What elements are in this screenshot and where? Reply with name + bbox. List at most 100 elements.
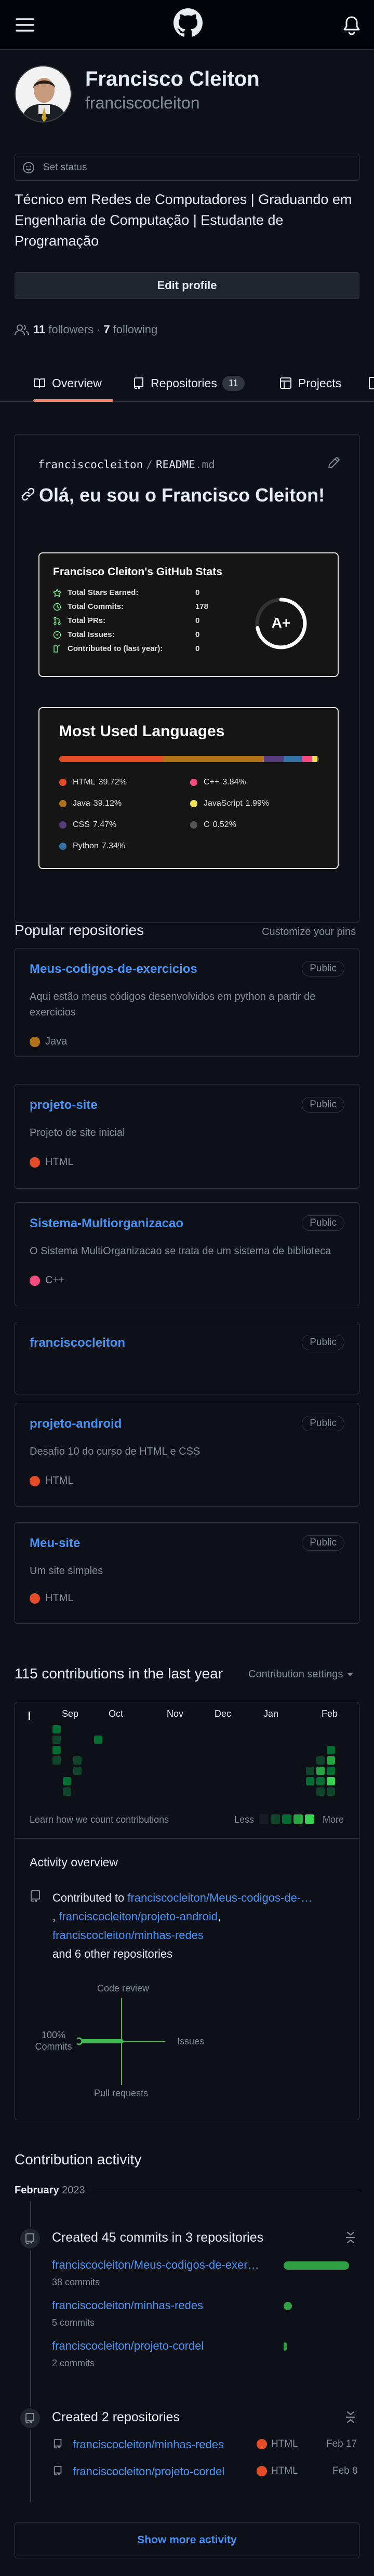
language-bar-segment: [162, 756, 264, 762]
repo-card[interactable]: projeto-site Public Projeto de site inic…: [15, 1084, 359, 1189]
readme-path-file[interactable]: README: [156, 458, 195, 471]
avatar[interactable]: [15, 65, 72, 123]
commit-repo-link[interactable]: franciscocleiton/minhas-redes: [52, 2299, 203, 2312]
most-used-languages-card: Most Used Languages HTML 39.72% C++ 3.84% Ja…: [38, 707, 339, 869]
repo-card[interactable]: franciscocleiton Public: [15, 1322, 359, 1394]
contribution-day[interactable]: [306, 1777, 314, 1785]
repo-language: C++: [30, 1275, 65, 1286]
legend-cell: [271, 1814, 280, 1824]
created-repo-link[interactable]: franciscocleiton/projeto-cordel: [73, 2465, 224, 2478]
language-dot: [190, 821, 197, 829]
languages-bar: [59, 756, 319, 762]
readme-path-user[interactable]: franciscocleiton: [38, 458, 143, 471]
contribution-day[interactable]: [327, 1777, 335, 1785]
caret-down-icon: [347, 1672, 354, 1677]
issue-icon: [53, 631, 61, 639]
stats-value: 0: [195, 644, 200, 653]
repo-name[interactable]: Meus-codigos-de-exercicios: [30, 962, 197, 977]
repo-language-label: Java: [45, 1036, 68, 1047]
contribution-day[interactable]: [63, 1777, 71, 1785]
following-label[interactable]: following: [113, 323, 158, 336]
edit-profile-button[interactable]: Edit profile: [15, 272, 359, 299]
language-bar-segment: [264, 756, 284, 762]
github-mark-icon[interactable]: [173, 8, 203, 37]
repo-link[interactable]: franciscocleiton/Meus-codigos-de-…: [127, 1891, 312, 1904]
clock-icon: [53, 603, 61, 611]
repo-name[interactable]: projeto-site: [30, 1098, 98, 1113]
contribution-day[interactable]: [327, 1746, 335, 1754]
hamburger-icon[interactable]: [15, 15, 35, 35]
commit-bar: [284, 2342, 287, 2351]
legend-cell: [282, 1814, 291, 1824]
repo-name[interactable]: Meu-site: [30, 1536, 80, 1551]
contribution-day[interactable]: [52, 1756, 61, 1765]
contribution-day[interactable]: [306, 1767, 314, 1775]
language-bar-segment: [312, 756, 318, 762]
contribution-day[interactable]: [327, 1767, 335, 1775]
bio-line: Engenharia de Computação | Estudante de: [15, 212, 284, 228]
commit-bar: [284, 2261, 349, 2270]
tab-repositories-label: Repositories: [151, 376, 217, 390]
learn-contributions-link[interactable]: Learn how we count contributions: [30, 1814, 169, 1825]
repo-language: HTML: [30, 1592, 73, 1604]
tab-overview[interactable]: Overview: [33, 364, 102, 402]
repo-card[interactable]: Sistema-Multiorganizacao Public O Sistem…: [15, 1202, 359, 1306]
language-color-dot: [30, 1593, 40, 1604]
commit-repo-link[interactable]: franciscocleiton/projeto-cordel: [52, 2339, 204, 2353]
repo-description: Um site simples: [30, 1565, 103, 1577]
repo-icon: [133, 377, 144, 389]
repo-description: Projeto de site inicial: [30, 1127, 125, 1138]
contribution-day[interactable]: [316, 1767, 325, 1775]
following-count[interactable]: 7: [103, 323, 110, 336]
tab-projects[interactable]: Projects: [279, 364, 341, 402]
contribution-day[interactable]: [316, 1756, 325, 1765]
language-name: Python: [73, 842, 99, 850]
collapse-icon[interactable]: [345, 2230, 356, 2245]
followers-label[interactable]: followers: [48, 323, 94, 336]
contribution-day[interactable]: [52, 1746, 61, 1754]
set-status-button[interactable]: Set status: [15, 154, 359, 181]
contribution-day[interactable]: [52, 1725, 61, 1733]
followers-count[interactable]: 11: [33, 323, 45, 336]
contribution-day[interactable]: [73, 1756, 82, 1765]
contribution-day[interactable]: [327, 1756, 335, 1765]
contribution-day[interactable]: [94, 1736, 102, 1744]
repo-language-label: C++: [45, 1275, 65, 1286]
repo-name[interactable]: franciscocleiton: [30, 1336, 125, 1350]
contribution-day[interactable]: [73, 1767, 82, 1775]
show-more-activity-button[interactable]: Show more activity: [15, 2522, 359, 2558]
customize-pins-link[interactable]: Customize your pins: [262, 926, 356, 938]
language-item: HTML 39.72%: [59, 778, 127, 787]
contribution-day[interactable]: [316, 1777, 325, 1785]
bell-icon[interactable]: [343, 16, 360, 35]
repo-card[interactable]: Meus-codigos-de-exercicios Public Aqui e…: [15, 948, 359, 1057]
bio-line: Programação: [15, 233, 99, 249]
repo-card[interactable]: projeto-android Public Desafio 10 do cur…: [15, 1403, 359, 1507]
commit-repo-link[interactable]: franciscocleiton/Meus-codigos-de-exer…: [52, 2258, 259, 2272]
contribution-day[interactable]: [52, 1736, 61, 1744]
repo-link[interactable]: franciscocleiton/minhas-redes: [52, 1929, 204, 1942]
tab-repositories[interactable]: Repositories 11: [133, 364, 245, 402]
repo-description: Aqui estão meus códigos desenvolvidos em…: [30, 991, 316, 1018]
star-icon: [53, 589, 61, 597]
created-repo-link[interactable]: franciscocleiton/minhas-redes: [73, 2438, 224, 2451]
contribution-settings-button[interactable]: Contribution settings: [248, 1669, 354, 1680]
readme-path-sep: /: [146, 458, 153, 471]
language-name: Java: [73, 799, 90, 808]
repo-link[interactable]: franciscocleiton/projeto-android: [59, 1910, 218, 1923]
pencil-icon[interactable]: [327, 455, 341, 470]
tab-more-partial[interactable]: [369, 377, 374, 389]
stats-label: Total PRs:: [68, 616, 106, 625]
contribution-day[interactable]: [63, 1787, 71, 1796]
legend-more-label: More: [323, 1814, 344, 1825]
collapse-icon[interactable]: [345, 2410, 356, 2424]
contribution-day[interactable]: [316, 1787, 325, 1796]
contribution-day[interactable]: [327, 1787, 335, 1796]
anchor-link-icon[interactable]: [20, 486, 36, 502]
repo-name[interactable]: Sistema-Multiorganizacao: [30, 1216, 183, 1231]
repo-icon: [19, 2407, 42, 2430]
set-status-label: Set status: [43, 162, 87, 173]
repo-name[interactable]: projeto-android: [30, 1417, 122, 1431]
repo-card[interactable]: Meu-site Public Um site simples HTML: [15, 1522, 359, 1624]
language-item: Java 39.12%: [59, 799, 122, 808]
